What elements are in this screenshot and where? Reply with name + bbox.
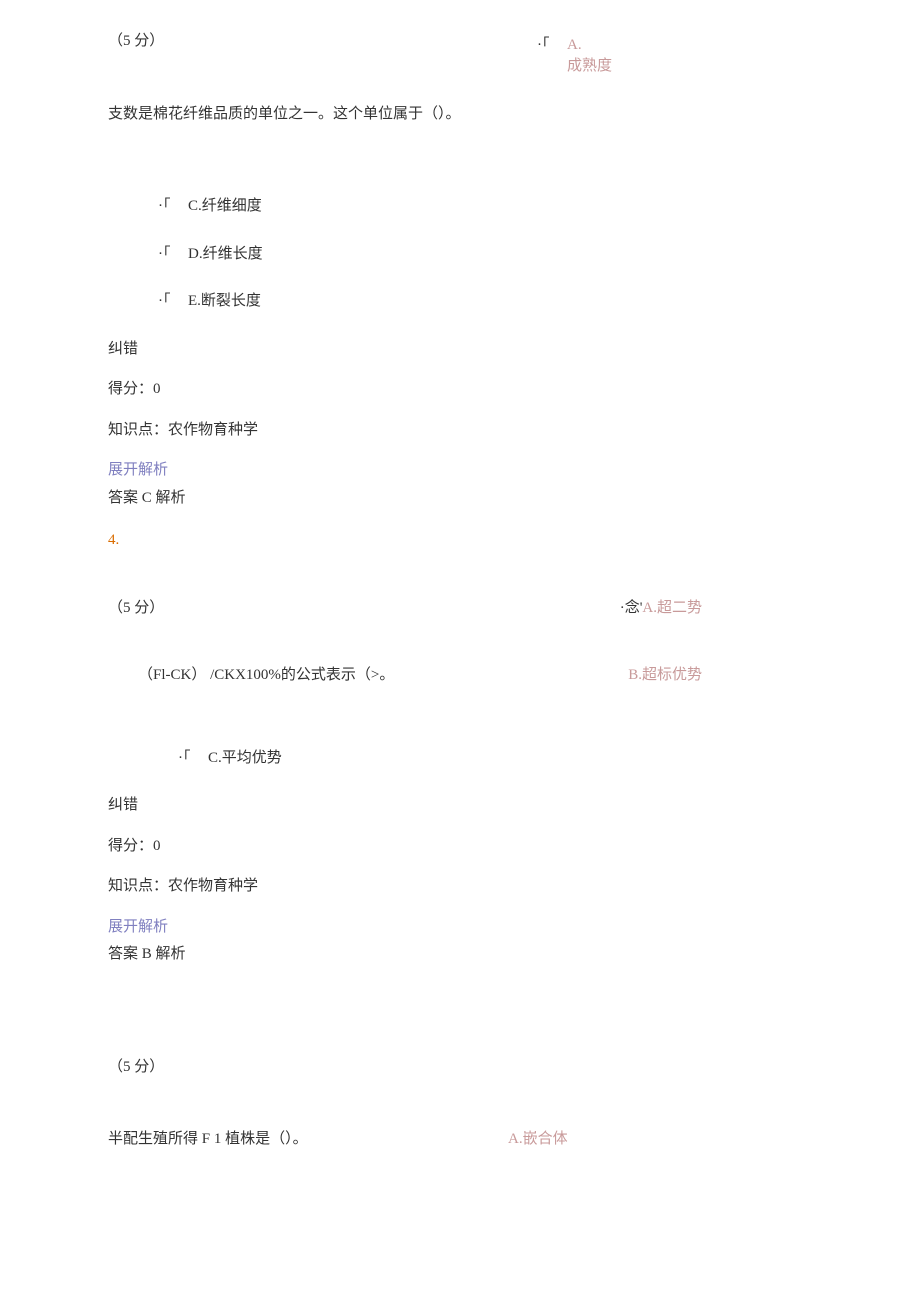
points-text: （5 分） (108, 600, 164, 616)
answer-text: 答案 B 解析 (108, 943, 812, 966)
option-c-text: C.纤维细度 (188, 198, 262, 214)
score-label: 得分：0 (108, 835, 812, 858)
points-row: （5 分） ·念'A.超二势 (108, 597, 812, 620)
knowledge-label: 知识点：农作物育种学 (108, 419, 812, 442)
formula-row: （Fl-CK） /CKX100%的公式表示（>。 B.超标优势 (108, 664, 812, 687)
option-a-prefix: ·「 (537, 35, 550, 56)
question-block-5: （5 分） 半配生殖所得 F 1 植株是（）。 A.嵌合体 (108, 1056, 812, 1151)
option-a-text: 成熟度 (567, 58, 612, 74)
question-text: 半配生殖所得 F 1 植株是（）。 (108, 1131, 308, 1147)
option-a-label: A. (567, 37, 582, 53)
option-a-annotation: ·「 A. 成熟度 (567, 35, 612, 77)
option-e-text: E.断裂长度 (188, 293, 261, 309)
option-a-text: A.超二势 (642, 600, 702, 616)
option-e[interactable]: E.断裂长度 (188, 290, 812, 313)
option-a-row: ·念'A.超二势 (620, 597, 702, 620)
correction-link[interactable]: 纠错 (108, 794, 812, 817)
question-text: 支数是棉花纤维品质的单位之一。这个单位属于（）。 (108, 103, 812, 126)
question-number-4: 4. (108, 529, 812, 552)
option-a-prefix: ·念' (620, 600, 643, 616)
question-block-3: （5 分） ·「 A. 成熟度 支数是棉花纤维品质的单位之一。这个单位属于（）。… (108, 30, 812, 509)
option-a-text: A.嵌合体 (508, 1128, 568, 1151)
expand-analysis-link[interactable]: 展开解析 (108, 916, 812, 939)
answer-text: 答案 C 解析 (108, 487, 812, 510)
option-c-text: C.平均优势 (208, 750, 282, 766)
question-row: 半配生殖所得 F 1 植株是（）。 A.嵌合体 (108, 1128, 812, 1151)
option-c[interactable]: C.平均优势 (208, 747, 812, 770)
option-d-text: D.纤维长度 (188, 246, 263, 262)
knowledge-label: 知识点：农作物育种学 (108, 875, 812, 898)
option-d[interactable]: D.纤维长度 (188, 243, 812, 266)
expand-analysis-link[interactable]: 展开解析 (108, 459, 812, 482)
question-block-4: 4. （5 分） ·念'A.超二势 （Fl-CK） /CKX100%的公式表示（… (108, 529, 812, 966)
correction-link[interactable]: 纠错 (108, 338, 812, 361)
points-text: （5 分） (108, 1056, 812, 1079)
points-text: （5 分） (108, 33, 164, 49)
score-label: 得分：0 (108, 378, 812, 401)
option-b-text: B.超标优势 (628, 664, 702, 687)
formula-text: （Fl-CK） /CKX100%的公式表示（>。 (138, 667, 394, 683)
option-c[interactable]: C.纤维细度 (188, 195, 812, 218)
points-label: （5 分） ·「 A. 成熟度 (108, 30, 812, 53)
